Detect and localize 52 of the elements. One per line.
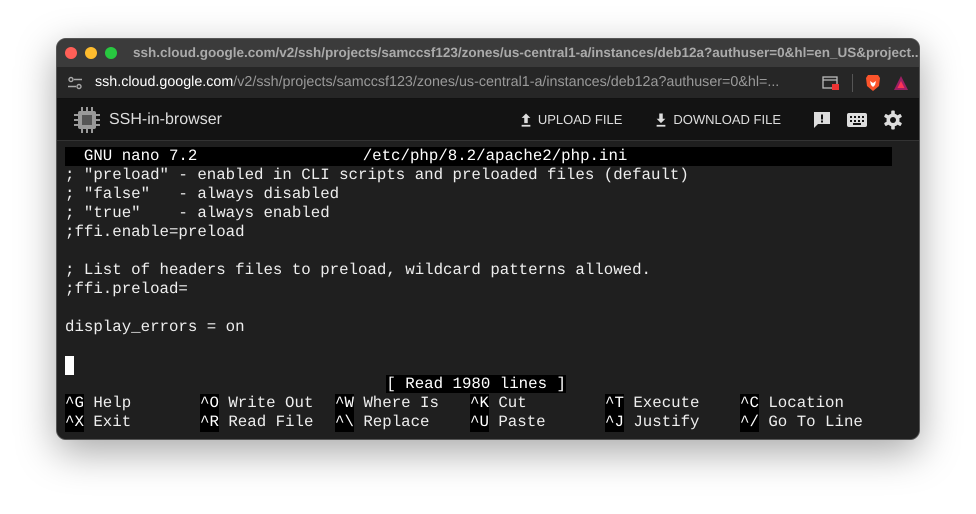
tab-icon[interactable] (822, 74, 840, 90)
settings-icon[interactable] (883, 110, 903, 130)
status-message: [ Read 1980 lines ] (386, 375, 566, 393)
shortcut-label: Cut (498, 394, 527, 413)
zoom-button[interactable] (105, 47, 117, 59)
shortcut-key: ^\ (335, 413, 354, 432)
code-line: ;ffi.preload= (65, 280, 188, 298)
shortcut-label: Exit (93, 413, 132, 432)
shortcut-key: ^J (605, 413, 624, 432)
shortcut-label: Help (93, 394, 132, 413)
shield-icon[interactable] (865, 74, 881, 92)
text-cursor (65, 356, 74, 375)
shortcut-key: ^W (335, 394, 354, 413)
shortcut-key: ^K (470, 394, 489, 413)
download-icon (654, 112, 668, 128)
window-title: ssh.cloud.google.com/v2/ssh/projects/samccsf123/zones/us-central1-a/instances/deb12a?authuser=0&hl=en_US&project... (133, 44, 919, 62)
shortcut-label: Go To Line (768, 413, 863, 432)
chip-icon (73, 106, 101, 134)
code-line: display_errors = on (65, 318, 245, 336)
shortcut-key: ^T (605, 394, 624, 413)
minimize-button[interactable] (85, 47, 97, 59)
shortcut-label: Write Out (228, 394, 314, 413)
close-button[interactable] (65, 47, 77, 59)
code-line: ; List of headers files to preload, wildcard patterns allowed. (65, 261, 651, 279)
code-line: ; "false" - always disabled (65, 185, 340, 203)
upload-icon (518, 112, 533, 128)
download-button[interactable]: DOWNLOAD FILE (646, 106, 789, 134)
code-line: ; "true" - always enabled (65, 204, 330, 222)
shortcut-key: ^U (470, 413, 489, 432)
shortcut-key: ^/ (740, 413, 759, 432)
shortcut-key: ^R (200, 413, 219, 432)
shortcut-label: Read File (228, 413, 314, 432)
shortcut-label: Justify (633, 413, 700, 432)
upload-button[interactable]: UPLOAD FILE (510, 106, 630, 134)
app-title: SSH-in-browser (109, 110, 223, 130)
shortcut-label: Execute (633, 394, 700, 413)
tune-icon[interactable] (67, 76, 83, 90)
keyboard-icon[interactable] (847, 112, 867, 128)
shortcut-key: ^X (65, 413, 84, 432)
file-path: /etc/php/8.2/apache2/php.ini (362, 147, 628, 166)
feedback-icon[interactable] (813, 110, 831, 128)
shortcut-label: Replace (363, 413, 430, 432)
shortcut-label: Where Is (363, 394, 439, 413)
code-line: ; "preload" - enabled in CLI scripts and preloaded files (default) (65, 166, 689, 184)
editor-version: GNU nano 7.2 (84, 147, 198, 166)
code-line: ;ffi.enable=preload (65, 223, 245, 241)
shortcut-key: ^G (65, 394, 84, 413)
shortcut-key: ^C (740, 394, 759, 413)
shortcut-label: Location (768, 394, 844, 413)
triangle-icon[interactable] (893, 74, 909, 90)
shortcut-label: Paste (498, 413, 546, 432)
shortcut-key: ^O (200, 394, 219, 413)
